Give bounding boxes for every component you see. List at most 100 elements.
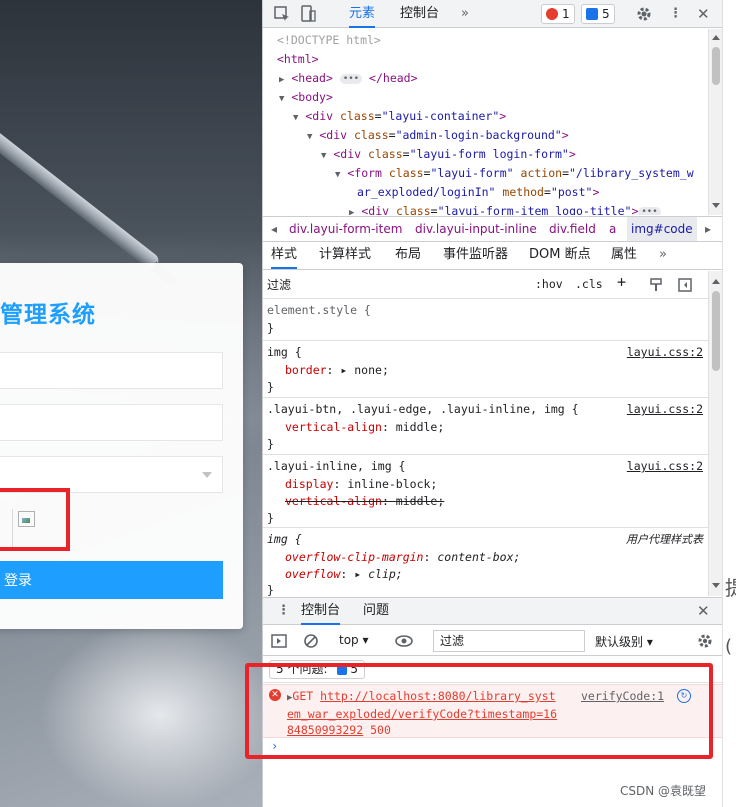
tab-properties[interactable]: 属性 <box>611 242 637 268</box>
tree-node-head[interactable]: ▶ <head> ••• </head> <box>279 69 418 90</box>
toggle-sidebar-icon[interactable] <box>677 277 693 293</box>
property-name[interactable]: overflow-clip-margin <box>285 550 423 564</box>
context-select[interactable]: top ▾ <box>339 633 369 647</box>
rule-source-link[interactable]: layui.css:2 <box>627 344 703 362</box>
message-count-badge[interactable]: 5 <box>581 4 615 24</box>
log-level-select[interactable]: 默认级别 ▾ <box>595 633 653 650</box>
hov-toggle[interactable]: :hov <box>535 277 563 291</box>
breadcrumb-item[interactable]: div.layui-form-item <box>289 217 402 241</box>
rule-user-agent[interactable]: img { 用户代理样式表 overflow-clip-margin: cont… <box>263 529 709 596</box>
rule-selector: element.style { <box>267 303 371 317</box>
rule-close-brace: } <box>267 321 274 335</box>
attr-value: "admin-login-background" <box>395 128 562 142</box>
scroll-thumb[interactable] <box>712 47 720 85</box>
paint-icon[interactable] <box>648 277 664 293</box>
watermark: CSDN @袁既望 <box>620 784 707 798</box>
attr-name: class <box>388 166 424 180</box>
drawer-menu-icon[interactable]: ⋮ <box>277 598 290 624</box>
attr-value: ar_exploded/loginIn" <box>357 185 496 199</box>
clear-console-icon[interactable] <box>303 633 319 649</box>
rule-source-link[interactable]: layui.css:2 <box>627 401 703 419</box>
username-input[interactable] <box>0 352 223 389</box>
styles-scrollbar[interactable] <box>708 271 722 596</box>
tab-layout[interactable]: 布局 <box>395 242 421 268</box>
tree-node-form[interactable]: ▼ <form class="layui-form" action="/libr… <box>335 164 694 185</box>
scroll-thumb[interactable] <box>712 291 720 371</box>
more-tabs-icon[interactable]: » <box>659 242 667 268</box>
collapse-triangle-icon[interactable]: ▼ <box>293 113 298 123</box>
property-name[interactable]: vertical-align <box>285 420 382 434</box>
tree-node-div-background[interactable]: ▼ <div class="admin-login-background"> <box>307 126 569 147</box>
drawer-close-icon[interactable]: ✕ <box>697 598 710 624</box>
tree-node-div-login-form[interactable]: ▼ <div class="layui-form login-form"> <box>321 145 576 166</box>
breadcrumb-right-icon[interactable]: ▸ <box>705 217 711 241</box>
rule-element-style[interactable]: element.style { } <box>263 300 709 341</box>
error-count-badge[interactable]: 1 <box>541 4 575 24</box>
property-value[interactable]: inline-block; <box>347 477 437 491</box>
tree-node-html[interactable]: <html> <box>277 50 319 69</box>
more-options-icon[interactable]: ⋮ <box>669 0 682 28</box>
rule-vertical-align[interactable]: .layui-btn, .layui-edge, .layui-inline, … <box>263 399 709 455</box>
rule-img-border[interactable]: img { layui.css:2 border: ▸ none; } <box>263 342 709 398</box>
property-name[interactable]: overflow <box>285 567 340 581</box>
tab-console[interactable]: 控制台 <box>400 0 439 28</box>
drawer-header: ⋮ 控制台 问题 ✕ <box>263 597 723 625</box>
device-toolbar-icon[interactable] <box>299 5 317 23</box>
close-icon[interactable]: ✕ <box>697 0 710 28</box>
tab-dom-breakpoints[interactable]: DOM 断点 <box>529 242 591 268</box>
collapse-triangle-icon[interactable]: ▼ <box>335 170 340 180</box>
collapse-triangle-icon[interactable]: ▼ <box>279 94 284 104</box>
property-value[interactable]: ▸ none; <box>340 363 388 377</box>
collapse-triangle-icon[interactable]: ▼ <box>321 151 326 161</box>
inspect-icon[interactable] <box>273 5 291 23</box>
breadcrumb-item-active[interactable]: img#code <box>627 217 697 241</box>
breadcrumb-item[interactable]: a <box>609 217 616 241</box>
expand-triangle-icon[interactable]: ▶ <box>349 208 354 215</box>
property-name[interactable]: border <box>285 363 327 377</box>
property-value[interactable]: middle; <box>396 420 444 434</box>
rule-source-link[interactable]: layui.css:2 <box>627 458 703 476</box>
sidebar-toggle-icon[interactable] <box>271 633 287 649</box>
tab-computed[interactable]: 计算样式 <box>319 242 371 268</box>
gear-icon[interactable] <box>697 633 713 649</box>
new-rule-button[interactable]: + <box>617 273 626 291</box>
styles-filter-input[interactable] <box>267 274 527 295</box>
tab-styles[interactable]: 样式 <box>271 242 298 269</box>
rule-close-brace: } <box>267 380 274 394</box>
tab-elements[interactable]: 元素 <box>349 0 376 28</box>
property-value[interactable]: ▸ clip; <box>354 567 402 581</box>
collapse-triangle-icon[interactable]: ▼ <box>307 132 312 142</box>
tree-node-div-logo-title[interactable]: ▶ <div class="layui-form-item logo-title… <box>349 202 661 215</box>
property-value[interactable]: content-box; <box>437 550 520 564</box>
ellipsis-icon[interactable]: ••• <box>339 73 363 84</box>
breadcrumb-item[interactable]: div.layui-input-inline <box>415 217 537 241</box>
breadcrumb-left-icon[interactable]: ◂ <box>271 217 277 241</box>
password-input[interactable] <box>0 404 223 441</box>
gear-icon[interactable] <box>635 5 653 23</box>
property-value-overridden[interactable]: middle; <box>396 494 444 508</box>
scroll-down-icon[interactable] <box>712 583 720 588</box>
console-filter-input[interactable] <box>433 630 585 652</box>
tree-node-body[interactable]: ▼ <body> <box>279 88 333 109</box>
ellipsis-icon[interactable]: ••• <box>638 206 661 215</box>
property-name-overridden[interactable]: vertical-align <box>285 494 382 508</box>
tree-node-div-container[interactable]: ▼ <div class="layui-container"> <box>293 107 506 128</box>
scroll-up-icon[interactable] <box>712 35 720 40</box>
rule-inline-display[interactable]: .layui-inline, img { layui.css:2 display… <box>263 456 709 528</box>
cls-toggle[interactable]: .cls <box>575 277 603 291</box>
drawer-tab-issues[interactable]: 问题 <box>363 598 389 624</box>
login-button[interactable]: 登录 <box>0 561 223 599</box>
scroll-down-icon[interactable] <box>712 203 720 208</box>
breadcrumb-item[interactable]: div.field <box>549 217 596 241</box>
login-card: 管理系统 登录 <box>0 263 243 629</box>
property-name[interactable]: display <box>285 477 333 491</box>
rule-selector: .layui-inline, img { <box>267 459 406 473</box>
tab-event-listeners[interactable]: 事件监听器 <box>443 242 508 268</box>
expand-triangle-icon[interactable]: ▶ <box>279 75 284 85</box>
eye-icon[interactable] <box>395 634 413 648</box>
rule-selector: .layui-btn, .layui-edge, .layui-inline, … <box>267 402 579 416</box>
drawer-tab-console[interactable]: 控制台 <box>301 598 341 625</box>
elements-scrollbar[interactable] <box>708 29 722 215</box>
scroll-up-icon[interactable] <box>712 279 720 284</box>
more-tabs-icon[interactable]: » <box>461 0 469 28</box>
